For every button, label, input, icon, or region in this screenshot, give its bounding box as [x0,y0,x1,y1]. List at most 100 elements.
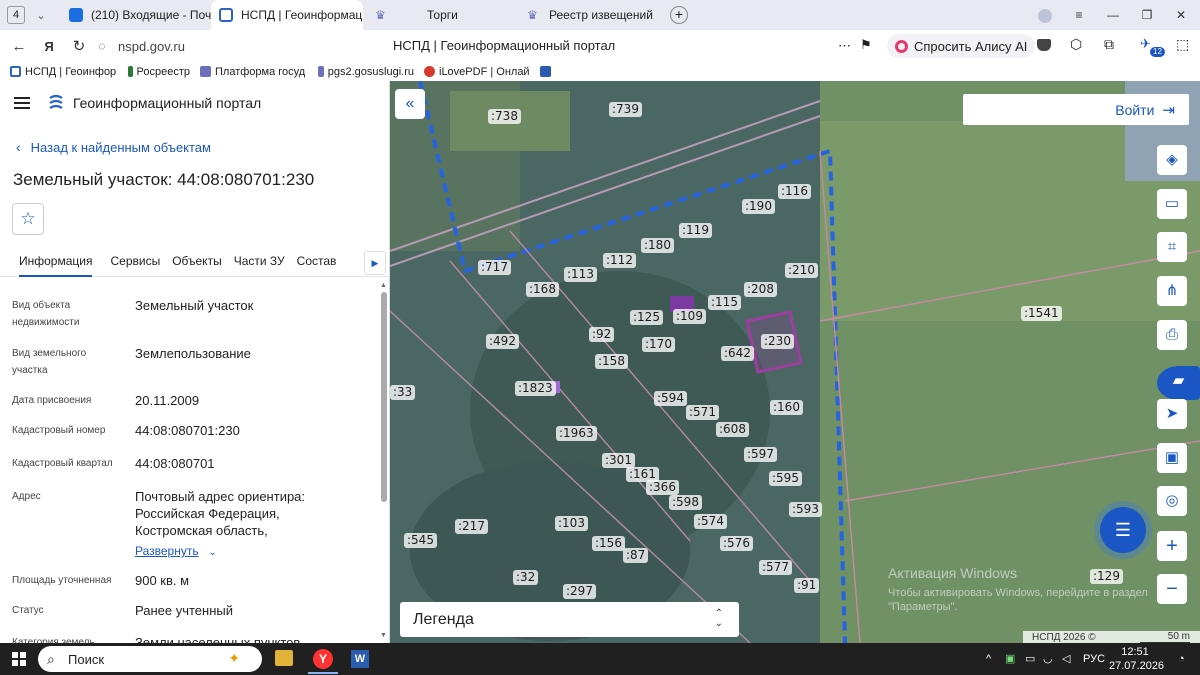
plot-label[interactable]: :608 [716,422,749,437]
plot-label[interactable]: :597 [744,447,777,462]
tab-composition[interactable]: Состав [297,251,337,277]
new-tab-button[interactable]: + [670,6,688,24]
reload-icon[interactable]: ↻ [64,37,94,55]
legend-dropdown[interactable]: Легенда ⌃ ⌄ [400,602,739,637]
tab-registry[interactable]: ♛ Реестр извещений [515,0,667,30]
plot-label[interactable]: :103 [555,516,588,531]
plot-label[interactable]: :170 [642,337,675,352]
plot-label[interactable]: :598 [669,495,702,510]
plot-label[interactable]: :594 [654,391,687,406]
plot-label[interactable]: :112 [603,253,636,268]
plot-label[interactable]: :739 [609,102,642,117]
bookmark-ilovepdf[interactable]: iLovePDF | Онлай [424,66,530,78]
plot-label[interactable]: :1541 [1021,306,1062,321]
clock[interactable]: 12:51 27.07.2026 [1109,645,1164,673]
plot-label[interactable]: :366 [646,480,679,495]
plot-label[interactable]: :210 [785,263,818,278]
plot-label[interactable]: :129 [1090,569,1123,584]
more-icon[interactable]: ⋯ [838,38,851,54]
plot-label[interactable]: :119 [679,223,712,238]
plot-label[interactable]: :190 [742,199,775,214]
download-icon[interactable] [1037,39,1051,51]
bookmark-word[interactable] [540,66,556,77]
restore-icon[interactable]: ❐ [1130,0,1164,30]
plot-label[interactable]: :545 [404,533,437,548]
bookmark-icon[interactable]: ⚑ [860,37,872,53]
plot-label[interactable]: :492 [486,334,519,349]
plot-label[interactable]: :301 [602,453,635,468]
bookmark-gosuslugi[interactable]: pgs2.gosuslugi.ru [318,66,414,78]
bookmark-rosreestr[interactable]: Росреестр [128,66,190,78]
plot-label[interactable]: :593 [789,502,822,517]
plot-label[interactable]: :717 [478,260,511,275]
shield-icon[interactable]: ◌ [94,39,110,53]
plot-label[interactable]: :1823 [515,381,556,396]
plot-label[interactable]: :576 [720,536,753,551]
chevron-right-icon[interactable]: ▶ [364,251,386,275]
volume-icon[interactable]: ◁ [1062,643,1070,675]
plot-label[interactable]: :109 [673,309,706,324]
zoom-in-icon[interactable]: + [1157,531,1187,561]
extensions-icon[interactable]: ⬡ [1070,36,1082,53]
minimap-icon[interactable]: ▣ [1157,443,1187,473]
panel-scrollbar[interactable]: ▲ ▼ [380,282,388,642]
plot-label[interactable]: :595 [769,471,802,486]
menu-icon[interactable] [14,97,30,109]
location-icon[interactable]: ◎ [1157,486,1187,516]
tab-services[interactable]: Сервисы [110,251,160,277]
url-field[interactable]: nspd.gov.ru [118,39,185,54]
plot-label[interactable]: :217 [455,519,488,534]
favorite-star-button[interactable]: ☆ [12,203,44,235]
window-close-icon[interactable]: ✕ [1164,0,1198,30]
plot-label[interactable]: :113 [564,267,597,282]
input-language[interactable]: РУС [1083,643,1105,675]
plot-label[interactable]: :1963 [556,426,597,441]
minimize-icon[interactable]: — [1096,0,1130,30]
tab-parts[interactable]: Части ЗУ [234,251,285,277]
back-arrow-icon[interactable]: ← [4,38,34,55]
scroll-down-icon[interactable]: ▼ [380,632,387,639]
file-explorer-icon[interactable] [275,650,293,666]
bookmark-platform[interactable]: Платформа госуд [200,66,308,78]
security-icon[interactable]: ▣ [1005,643,1015,675]
chevron-down-icon[interactable]: ⌄ [31,9,51,22]
yandex-browser-icon[interactable]: Y [313,649,333,669]
plot-label[interactable]: :32 [513,570,539,585]
scroll-up-icon[interactable]: ▲ [380,282,387,289]
plot-label[interactable]: :168 [526,282,559,297]
plot-label[interactable]: :160 [770,400,803,415]
plot-label[interactable]: :208 [744,282,777,297]
plot-label[interactable]: :571 [686,405,719,420]
ruler-icon[interactable]: ▭ [1157,189,1187,219]
map-view[interactable]: « Войти ⇥ ◈ ▭ ⌗ ⋔ ⎙ ▰ ➤ ▣ ◎ + − ☰ :738 :… [390,81,1200,643]
plot-label[interactable]: :125 [630,310,663,325]
plot-label[interactable]: :115 [708,295,741,310]
tab-torgi[interactable]: ♛ Торги [363,0,515,30]
plot-label[interactable]: :87 [623,548,649,563]
layers-icon[interactable]: ◈ [1157,145,1187,175]
battery-icon[interactable]: ▭ [1025,643,1035,675]
collapse-panel-button[interactable]: « [395,89,425,119]
taskbar-search-input[interactable]: ⌕ Поиск ✦ [38,646,262,672]
alisa-button[interactable]: Спросить Алису AI [887,34,1036,58]
plot-label[interactable]: :230 [761,334,794,349]
scrollbar-thumb[interactable] [381,292,387,502]
bookmark-nspd[interactable]: НСПД | Геоинфор [10,66,118,78]
plot-label[interactable]: :574 [694,514,727,529]
map-mode-icon[interactable]: ▰ [1157,366,1200,400]
plot-label[interactable]: :91 [794,578,820,593]
menu-icon[interactable]: ≡ [1062,0,1096,30]
plot-label[interactable]: :642 [721,346,754,361]
share-icon[interactable]: ⋔ [1157,276,1187,306]
wifi-icon[interactable]: ◡ [1043,643,1053,675]
word-icon[interactable]: W [351,650,369,668]
plot-label[interactable]: :297 [563,584,596,599]
plot-label[interactable]: :116 [778,184,811,199]
plot-label[interactable]: :577 [759,560,792,575]
plot-label[interactable]: :158 [595,354,628,369]
navigate-icon[interactable]: ➤ [1157,399,1187,429]
print-icon[interactable]: ⎙ [1157,320,1187,350]
chat-button[interactable]: ☰ [1100,507,1146,553]
back-to-results-link[interactable]: ‹ Назад к найденным объектам [16,139,211,155]
tab-information[interactable]: Информация [19,251,93,277]
